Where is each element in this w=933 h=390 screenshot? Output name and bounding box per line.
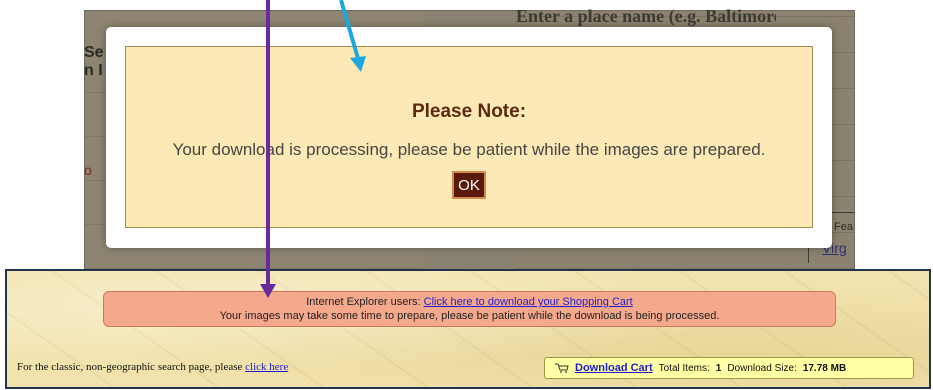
download-shopping-cart-link[interactable]: Click here to download your Shopping Car… (424, 296, 633, 308)
total-items-value: 1 (715, 362, 722, 374)
notice-modal-body: Please Note: Your download is processing… (125, 46, 813, 228)
modal-message: Your download is processing, please be p… (172, 140, 766, 159)
classic-search-note: For the classic, non-geographic search p… (17, 361, 288, 373)
banner-prefix: Internet Explorer users: (306, 296, 424, 308)
background-fea-text: Fea (834, 221, 853, 233)
ok-button[interactable]: OK (452, 171, 486, 199)
download-cart-link[interactable]: Download Cart (575, 362, 653, 374)
cart-icon (555, 363, 569, 373)
banner-line2: Your images may take some time to prepar… (219, 310, 720, 322)
map-page-footer: Internet Explorer users: Click here to d… (5, 269, 931, 389)
modal-title: Please Note: (411, 101, 527, 122)
classic-click-here-link[interactable]: click here (245, 361, 288, 373)
download-size-label: Download Size: (727, 362, 797, 374)
classic-text: For the classic, non-geographic search p… (17, 361, 246, 373)
download-size-value: 17.78 MB (802, 362, 847, 374)
ie-download-banner: Internet Explorer users: Click here to d… (103, 291, 836, 327)
download-cart-bar: Download Cart Total Items: 1 Download Si… (544, 357, 914, 379)
background-search-heading: Enter a place name (e.g. Baltimore): (516, 6, 776, 26)
background-o-text: o (84, 162, 92, 178)
notice-modal: Please Note: Your download is processing… (106, 27, 832, 248)
total-items-label: Total Items: (658, 362, 710, 374)
